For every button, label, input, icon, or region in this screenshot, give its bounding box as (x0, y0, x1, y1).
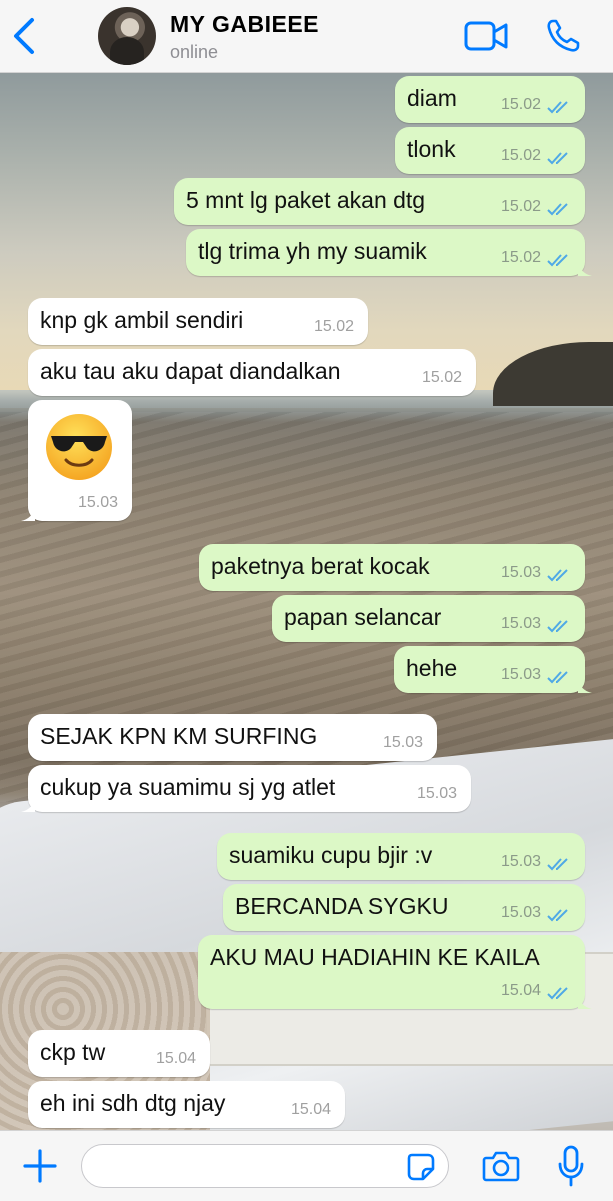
message-time: 15.04 (155, 1050, 196, 1067)
message-bubble-outgoing[interactable]: papan selancar 15.03 (272, 595, 585, 642)
message-time: 15.03 (416, 785, 457, 802)
bubble-tail (578, 262, 592, 276)
message-bubble-incoming[interactable]: eh ini sdh dtg njay 15.04 (28, 1081, 345, 1128)
message-text: hehe (406, 655, 458, 681)
bubble-tail (21, 507, 35, 521)
message-time: 15.02 (500, 249, 541, 266)
message-time: 15.03 (77, 494, 118, 511)
message-bubble-outgoing[interactable]: hehe 15.03 (394, 646, 592, 693)
message-time: 15.02 (313, 318, 354, 335)
message-text: tlonk (407, 136, 456, 162)
double-check-icon (547, 569, 568, 582)
contact-status: online (170, 42, 219, 62)
message-text: 5 mnt lg paket akan dtg (186, 187, 426, 213)
message-time: 15.03 (500, 615, 541, 632)
microphone-button[interactable] (557, 1145, 585, 1187)
message-text: paketnya berat kocak (211, 553, 430, 579)
message-bubble-outgoing[interactable]: AKU MAU HADIAHIN KE KAILA 15.04 (198, 935, 592, 1009)
camera-icon (482, 1151, 520, 1182)
message-bubble-outgoing[interactable]: tlg trima yh my suamik 15.02 (186, 229, 592, 276)
video-call-button[interactable] (464, 20, 508, 52)
message-bubble-incoming[interactable]: cukup ya suamimu sj yg atlet 15.03 (21, 765, 471, 812)
sticker-button[interactable] (406, 1152, 436, 1182)
voice-call-button[interactable] (545, 18, 581, 54)
message-bubble-outgoing[interactable]: BERCANDA SYGKU 15.03 (223, 884, 585, 931)
message-time: 15.03 (500, 666, 541, 683)
message-time: 15.02 (500, 96, 541, 113)
message-text: SEJAK KPN KM SURFING (40, 723, 318, 749)
back-button[interactable] (10, 16, 44, 56)
double-check-icon (547, 254, 568, 267)
double-check-icon (547, 909, 568, 922)
message-time: 15.02 (500, 147, 541, 164)
message-time: 15.04 (290, 1101, 331, 1118)
message-text: ckp tw (40, 1039, 106, 1065)
contact-avatar[interactable] (98, 7, 156, 65)
message-bubble-incoming-emoji[interactable]: 15.03 (21, 400, 132, 521)
bubble-tail (578, 995, 592, 1009)
message-text: cukup ya suamimu sj yg atlet (40, 774, 336, 800)
message-time: 15.02 (421, 369, 462, 386)
wallpaper-cliff (493, 342, 613, 406)
video-camera-icon (464, 21, 508, 51)
double-check-icon (547, 203, 568, 216)
message-text: AKU MAU HADIAHIN KE KAILA (210, 944, 540, 970)
smiling-face-with-sunglasses-icon (46, 414, 112, 480)
message-time: 15.04 (500, 982, 541, 999)
message-text: BERCANDA SYGKU (235, 893, 449, 919)
attach-button[interactable] (22, 1148, 58, 1184)
double-check-icon (547, 620, 568, 633)
message-bubble-outgoing[interactable]: 5 mnt lg paket akan dtg 15.02 (174, 178, 585, 225)
message-time: 15.02 (500, 198, 541, 215)
message-bubble-outgoing[interactable]: suamiku cupu bjir :v 15.03 (217, 833, 585, 880)
message-text: eh ini sdh dtg njay (40, 1090, 226, 1116)
message-bubble-incoming[interactable]: ckp tw 15.04 (28, 1030, 210, 1077)
message-bubble-incoming[interactable]: aku tau aku dapat diandalkan 15.02 (28, 349, 476, 396)
double-check-icon (547, 858, 568, 871)
camera-button[interactable] (482, 1149, 520, 1183)
message-time: 15.03 (500, 564, 541, 581)
double-check-icon (547, 101, 568, 114)
double-check-icon (547, 152, 568, 165)
chevron-left-icon (14, 18, 34, 54)
sticker-icon (407, 1153, 435, 1181)
double-check-icon (547, 671, 568, 684)
microphone-icon (558, 1145, 584, 1187)
bubble-tail (21, 798, 35, 812)
message-time: 15.03 (382, 734, 423, 751)
message-bubble-outgoing[interactable]: tlonk 15.02 (395, 127, 585, 174)
message-text: suamiku cupu bjir :v (229, 842, 433, 868)
message-bubble-incoming[interactable]: knp gk ambil sendiri 15.02 (28, 298, 368, 345)
phone-icon (547, 19, 580, 52)
message-text: diam (407, 85, 457, 111)
bubble-tail (578, 679, 592, 693)
message-composer (0, 1130, 613, 1201)
message-text: knp gk ambil sendiri (40, 307, 244, 333)
message-time: 15.03 (500, 904, 541, 921)
message-text: tlg trima yh my suamik (198, 238, 427, 264)
message-text: papan selancar (284, 604, 442, 630)
message-text: aku tau aku dapat diandalkan (40, 358, 341, 384)
message-bubble-outgoing[interactable]: diam 15.02 (395, 76, 585, 123)
double-check-icon (547, 987, 568, 1000)
message-time: 15.03 (500, 853, 541, 870)
message-input[interactable] (81, 1144, 449, 1188)
message-bubble-incoming[interactable]: SEJAK KPN KM SURFING 15.03 (28, 714, 437, 761)
plus-icon (23, 1149, 57, 1183)
message-bubble-outgoing[interactable]: paketnya berat kocak 15.03 (199, 544, 585, 591)
chat-header: MY GABIEEE online (0, 0, 613, 73)
contact-name[interactable]: MY GABIEEE (170, 11, 319, 38)
